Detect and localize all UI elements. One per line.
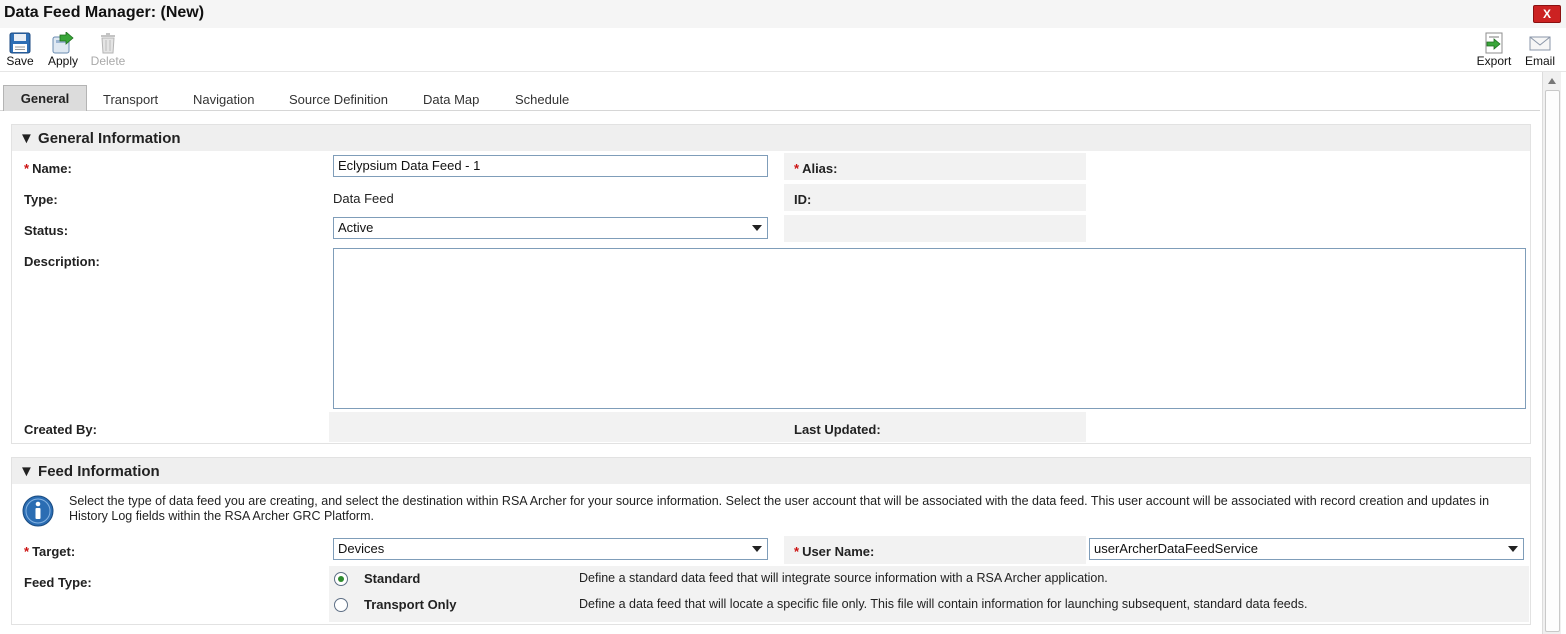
export-button[interactable]: Export	[1475, 32, 1513, 68]
delete-button[interactable]: Delete	[90, 32, 126, 68]
general-information-title: General Information	[38, 130, 181, 147]
feed-information-panel: ▼ Feed Information Select the type of da…	[11, 457, 1531, 625]
name-label: * Name:	[24, 161, 72, 176]
dropdown-arrow-icon	[752, 225, 762, 231]
export-label: Export	[1476, 54, 1512, 68]
title-bar: Data Feed Manager: (New) X	[0, 0, 1566, 28]
tab-navigation[interactable]: Navigation	[193, 84, 254, 108]
status-select-value: Active	[338, 220, 374, 235]
transport-only-radio[interactable]	[334, 598, 348, 612]
description-textarea[interactable]	[333, 248, 1526, 409]
transport-only-option-label[interactable]: Transport Only	[364, 597, 456, 612]
save-icon	[9, 32, 31, 54]
general-information-header[interactable]: ▼ General Information	[12, 125, 1530, 151]
email-icon	[1529, 36, 1551, 51]
feed-information-header[interactable]: ▼ Feed Information	[12, 458, 1530, 484]
tab-bar: General Transport Navigation Source Defi…	[0, 84, 1540, 111]
id-label: ID:	[794, 192, 812, 207]
tab-general[interactable]: General	[3, 85, 87, 111]
required-icon: *	[24, 544, 30, 559]
type-label: Type:	[24, 192, 58, 207]
username-label: * User Name:	[794, 544, 875, 559]
target-select[interactable]: Devices	[333, 538, 768, 560]
window-title: Data Feed Manager: (New)	[4, 4, 205, 21]
status-select[interactable]: Active	[333, 217, 768, 239]
transport-only-option-description: Define a data feed that will locate a sp…	[579, 597, 1308, 611]
created-by-label: Created By:	[24, 422, 97, 437]
info-icon	[22, 495, 54, 527]
required-icon: *	[24, 161, 30, 176]
dropdown-arrow-icon	[752, 546, 762, 552]
type-value: Data Feed	[333, 191, 394, 206]
username-select-value: userArcherDataFeedService	[1094, 541, 1259, 556]
required-icon: *	[794, 544, 800, 559]
email-button[interactable]: Email	[1522, 32, 1558, 68]
target-label: * Target:	[24, 544, 76, 559]
standard-radio[interactable]	[334, 572, 348, 586]
target-select-value: Devices	[338, 541, 385, 556]
alias-label: * Alias:	[794, 161, 838, 176]
last-updated-label: Last Updated:	[794, 422, 881, 437]
standard-option-description: Define a standard data feed that will in…	[579, 571, 1108, 585]
status-label: Status:	[24, 223, 69, 238]
save-label: Save	[6, 54, 34, 68]
scroll-up-arrow-icon[interactable]	[1548, 78, 1556, 84]
trash-icon	[101, 33, 115, 54]
dropdown-arrow-icon	[1508, 546, 1518, 552]
standard-option-label[interactable]: Standard	[364, 571, 420, 586]
scrollbar-thumb[interactable]	[1545, 90, 1560, 632]
save-button[interactable]: Save	[5, 32, 35, 68]
tab-transport[interactable]: Transport	[103, 84, 158, 108]
feed-information-title: Feed Information	[38, 463, 160, 480]
general-information-panel: ▼ General Information * Name: Eclypsium D…	[11, 124, 1531, 444]
close-button[interactable]: X	[1533, 5, 1561, 23]
tab-schedule[interactable]: Schedule	[515, 84, 569, 108]
delete-label: Delete	[90, 54, 126, 68]
apply-icon	[52, 32, 74, 54]
required-icon: *	[794, 161, 800, 176]
collapse-triangle-icon: ▼	[19, 463, 34, 480]
username-select[interactable]: userArcherDataFeedService	[1089, 538, 1524, 560]
created-by-value-cell	[329, 412, 784, 442]
apply-button[interactable]: Apply	[46, 32, 80, 68]
name-input[interactable]: Eclypsium Data Feed - 1	[333, 155, 768, 177]
id-label-cell	[784, 184, 1086, 211]
tab-source-definition[interactable]: Source Definition	[289, 84, 388, 108]
feed-info-description: Select the type of data feed you are cre…	[69, 494, 1490, 523]
vertical-scrollbar[interactable]	[1542, 72, 1561, 634]
email-label: Email	[1524, 54, 1555, 68]
feed-type-label: Feed Type:	[24, 575, 92, 590]
toolbar: Save Apply Delete Export Email	[0, 29, 1566, 72]
collapse-triangle-icon: ▼	[19, 130, 34, 147]
empty-grey-cell	[784, 215, 1086, 242]
description-label: Description:	[24, 254, 100, 269]
export-icon	[1485, 32, 1503, 54]
apply-label: Apply	[47, 54, 79, 68]
tab-data-map[interactable]: Data Map	[423, 84, 479, 108]
